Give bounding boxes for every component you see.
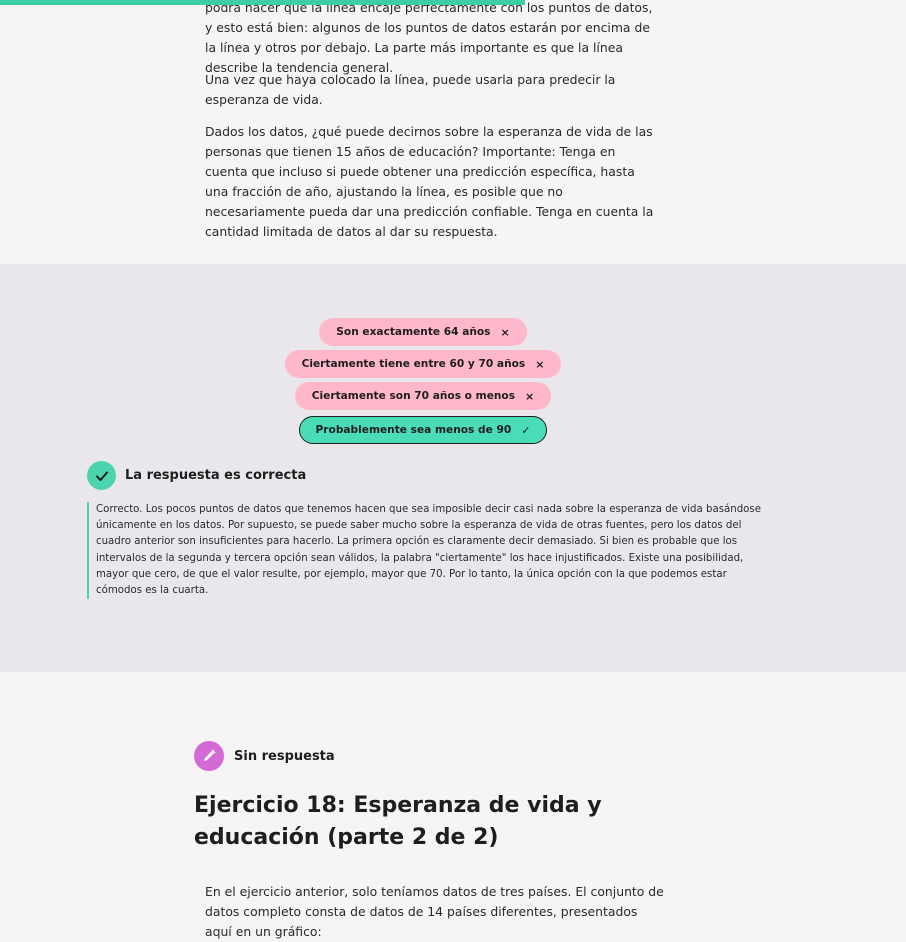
paragraph-3-text: Dados los datos, ¿qué puede decirnos sob… [205, 124, 654, 239]
progress-fill [0, 0, 526, 5]
status-label: Sin respuesta [234, 748, 335, 764]
result-header: La respuesta es correcta [87, 461, 306, 490]
paragraph-2-text: Una vez que haya colocado la línea, pued… [205, 72, 616, 107]
exercise-intro: En el ejercicio anterior, solo teníamos … [205, 884, 664, 939]
check-icon: ✓ [521, 423, 531, 437]
option-label: Son exactamente 64 años [336, 326, 491, 338]
paragraph-1: podrá hacer que la línea encaje perfecta… [205, 0, 655, 78]
pencil-icon [194, 741, 224, 771]
option-label: Probablemente sea menos de 90 [315, 424, 512, 436]
close-icon: × [535, 357, 545, 371]
answer-status: Sin respuesta [194, 741, 335, 771]
result-title: La respuesta es correcta [125, 468, 307, 483]
option-4[interactable]: Probablemente sea menos de 90 ✓ [298, 416, 548, 444]
quiz-section: Son exactamente 64 años × Ciertamente ti… [0, 264, 906, 672]
paragraph-1-text: podrá hacer que la línea encaje perfecta… [205, 0, 653, 75]
check-icon [87, 461, 116, 490]
option-3[interactable]: Ciertamente son 70 años o menos × [294, 382, 552, 410]
top-section: podrá hacer que la línea encaje perfecta… [0, 0, 906, 264]
feedback-text: Correcto. Los pocos puntos de datos que … [87, 502, 776, 600]
progress-bar [0, 0, 906, 5]
next-exercise-section: Sin respuesta Ejercicio 18: Esperanza de… [0, 672, 906, 939]
option-1[interactable]: Son exactamente 64 años × [319, 318, 527, 346]
paragraph-2: Una vez que haya colocado la línea, pued… [205, 70, 655, 110]
exercise-title: Ejercicio 18: Esperanza de vida y educac… [194, 793, 602, 850]
close-icon: × [500, 325, 510, 339]
answer-options: Son exactamente 64 años × Ciertamente ti… [0, 318, 846, 448]
option-2[interactable]: Ciertamente tiene entre 60 y 70 años × [284, 350, 562, 378]
paragraph-3: Dados los datos, ¿qué puede decirnos sob… [205, 122, 655, 242]
close-icon: × [525, 389, 535, 403]
option-label: Ciertamente son 70 años o menos [311, 390, 516, 402]
option-label: Ciertamente tiene entre 60 y 70 años [301, 358, 526, 370]
